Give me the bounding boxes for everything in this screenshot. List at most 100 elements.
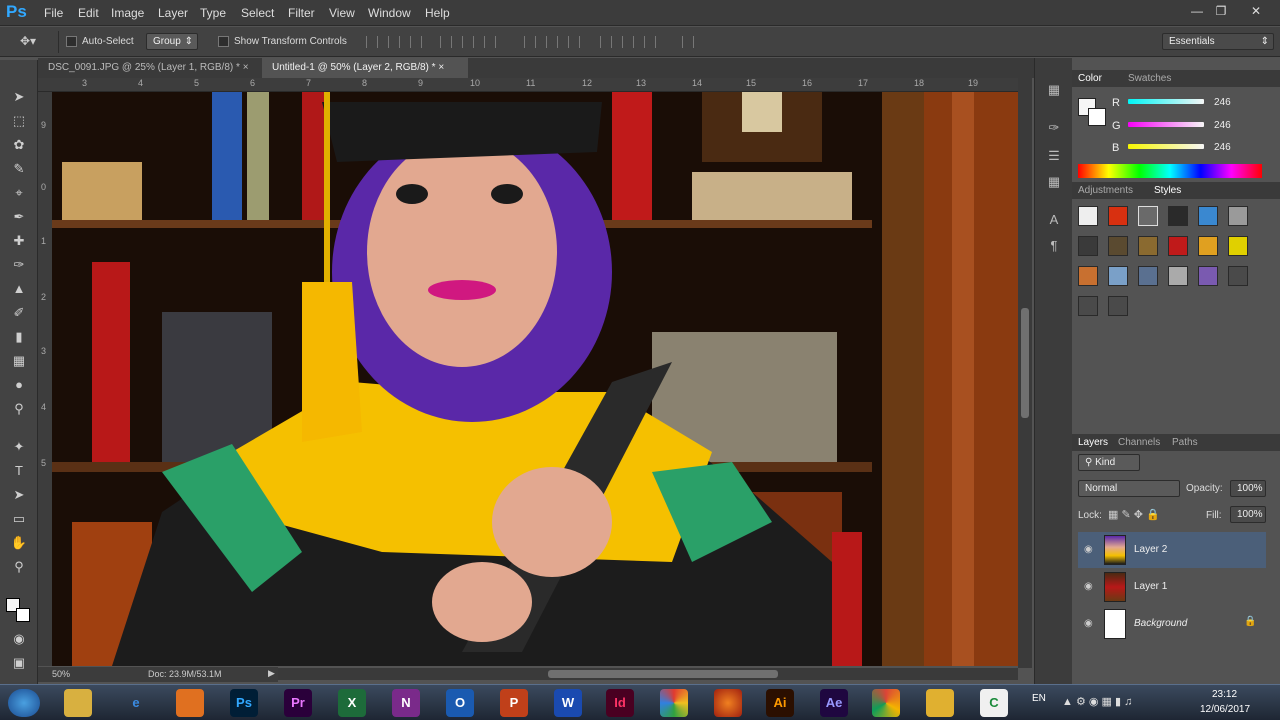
layer-name[interactable]: Layer 1 <box>1134 581 1167 592</box>
distribute-top-icon[interactable] <box>524 36 536 48</box>
menu-filter[interactable]: Filter <box>288 6 315 20</box>
shape-tool-icon[interactable]: ▭ <box>10 510 28 528</box>
style-swatch[interactable] <box>1078 296 1098 316</box>
history-brush-tool-icon[interactable]: ✐ <box>10 304 28 322</box>
word-icon[interactable]: W <box>554 689 582 717</box>
indesign-icon[interactable]: Id <box>606 689 634 717</box>
crop-tool-icon[interactable]: ⌖ <box>10 184 28 202</box>
tab-paths[interactable]: Paths <box>1172 437 1198 448</box>
pen-tool-icon[interactable]: ✦ <box>10 438 28 456</box>
quick-select-tool-icon[interactable]: ✎ <box>10 160 28 178</box>
tab-channels[interactable]: Channels <box>1118 437 1160 448</box>
lock-icons[interactable]: ▦ ✎ ✥ 🔒 <box>1108 508 1160 521</box>
color-spectrum[interactable] <box>1078 164 1262 178</box>
style-swatch[interactable] <box>1198 206 1218 226</box>
zoom-tool-icon[interactable]: ⚲ <box>10 558 28 576</box>
eye-icon[interactable]: ◉ <box>1084 544 1093 555</box>
layer-name[interactable]: Background <box>1134 618 1187 629</box>
eyedropper-tool-icon[interactable]: ✒ <box>10 208 28 226</box>
close-icon[interactable]: ✕ <box>1245 2 1267 20</box>
layer-row-background[interactable]: ◉ Background 🔒 <box>1078 606 1266 642</box>
tab-swatches[interactable]: Swatches <box>1128 73 1171 84</box>
opacity-field[interactable]: 100% <box>1230 480 1266 497</box>
menu-edit[interactable]: Edit <box>78 6 99 20</box>
properties-icon[interactable]: ▦ <box>1046 174 1062 190</box>
tab-layers[interactable]: Layers <box>1078 437 1108 448</box>
outlook-icon[interactable]: O <box>446 689 474 717</box>
align-hcenter-icon[interactable] <box>462 36 474 48</box>
vertical-scrollbar[interactable] <box>1018 78 1032 668</box>
style-swatch[interactable] <box>1138 236 1158 256</box>
align-vcenter-icon[interactable] <box>388 36 400 48</box>
photoshop-taskbar-icon[interactable]: Ps <box>230 689 258 717</box>
lasso-tool-icon[interactable]: ✿ <box>10 136 28 154</box>
align-right-icon[interactable] <box>484 36 496 48</box>
move-tool-preset-icon[interactable]: ✥▾ <box>20 34 36 48</box>
menu-type[interactable]: Type <box>200 6 226 20</box>
pen-tool-app-icon[interactable] <box>926 689 954 717</box>
gradient-tool-icon[interactable]: ▦ <box>10 352 28 370</box>
style-swatch[interactable] <box>1198 236 1218 256</box>
style-swatch[interactable] <box>1078 266 1098 286</box>
r-value[interactable]: 246 <box>1214 97 1231 108</box>
menu-window[interactable]: Window <box>368 6 411 20</box>
after-effects-icon[interactable]: Ae <box>820 689 848 717</box>
path-select-tool-icon[interactable]: ➤ <box>10 486 28 504</box>
dodge-tool-icon[interactable]: ⚲ <box>10 400 28 418</box>
style-swatch[interactable] <box>1078 236 1098 256</box>
camtasia-icon[interactable]: C <box>980 689 1008 717</box>
menu-help[interactable]: Help <box>425 6 450 20</box>
marquee-tool-icon[interactable]: ⬚ <box>10 112 28 130</box>
blend-mode-dropdown[interactable]: Normal <box>1078 480 1180 497</box>
style-swatch[interactable] <box>1108 236 1128 256</box>
character-icon[interactable]: A <box>1046 212 1062 228</box>
tab-adjustments[interactable]: Adjustments <box>1078 185 1133 196</box>
blur-tool-icon[interactable]: ● <box>10 376 28 394</box>
close-icon[interactable]: × <box>438 62 444 73</box>
premiere-icon[interactable]: Pr <box>284 689 312 717</box>
history-icon[interactable]: ▦ <box>1046 82 1062 98</box>
firefox-icon[interactable] <box>714 689 742 717</box>
eye-icon[interactable]: ◉ <box>1084 581 1093 592</box>
show-transform-checkbox[interactable] <box>218 36 229 47</box>
align-left-icon[interactable] <box>440 36 452 48</box>
internet-explorer-icon[interactable]: e <box>122 689 150 717</box>
style-swatch[interactable] <box>1108 296 1128 316</box>
menu-file[interactable]: File <box>44 6 63 20</box>
play-arrow-icon[interactable]: ▶ <box>268 668 275 679</box>
menu-image[interactable]: Image <box>111 6 144 20</box>
g-slider[interactable] <box>1128 122 1204 127</box>
b-slider[interactable] <box>1128 144 1204 149</box>
minimize-icon[interactable]: — <box>1186 2 1208 20</box>
brush-tool-icon[interactable]: ✑ <box>10 256 28 274</box>
auto-select-checkbox[interactable] <box>66 36 77 47</box>
style-swatch[interactable] <box>1228 266 1248 286</box>
restore-icon[interactable]: ❐ <box>1210 2 1232 20</box>
distribute-left-icon[interactable] <box>600 36 612 48</box>
color-bg-swatch[interactable] <box>1088 108 1106 126</box>
close-icon[interactable]: × <box>243 62 249 73</box>
file-explorer-icon[interactable] <box>64 689 92 717</box>
media-player-icon[interactable] <box>176 689 204 717</box>
paragraph-icon[interactable]: ¶ <box>1046 238 1062 254</box>
quick-mask-icon[interactable]: ◉ <box>10 630 28 648</box>
type-tool-icon[interactable]: T <box>10 462 28 480</box>
style-swatch[interactable] <box>1198 266 1218 286</box>
b-value[interactable]: 246 <box>1214 142 1231 153</box>
tab-color[interactable]: Color <box>1078 73 1102 84</box>
tab-styles[interactable]: Styles <box>1154 185 1181 196</box>
style-swatch[interactable] <box>1138 266 1158 286</box>
r-slider[interactable] <box>1128 99 1204 104</box>
menu-select[interactable]: Select <box>241 6 274 20</box>
style-swatch[interactable] <box>1228 206 1248 226</box>
style-swatch[interactable] <box>1168 236 1188 256</box>
vertical-scroll-thumb[interactable] <box>1021 308 1029 418</box>
move-tool-icon[interactable]: ➤ <box>10 88 28 106</box>
eye-icon[interactable]: ◉ <box>1084 618 1093 629</box>
style-swatch[interactable] <box>1228 236 1248 256</box>
layer-row-layer-2[interactable]: ◉ Layer 2 <box>1078 532 1266 568</box>
distribute-right-icon[interactable] <box>644 36 656 48</box>
onenote-icon[interactable]: N <box>392 689 420 717</box>
menu-layer[interactable]: Layer <box>158 6 188 20</box>
distribute-vcenter-icon[interactable] <box>546 36 558 48</box>
